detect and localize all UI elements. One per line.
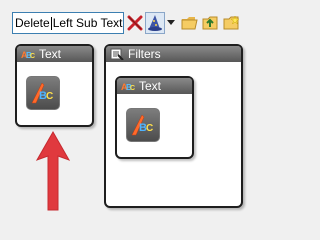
folder-new-icon[interactable] (223, 14, 241, 32)
wizard-hat-icon[interactable] (145, 12, 165, 34)
filters-panel[interactable]: Filters A B C Text B C (104, 44, 243, 208)
text-caret (50, 17, 52, 31)
svg-text:C: C (30, 53, 35, 60)
svg-text:C: C (146, 123, 153, 134)
text-panel-header[interactable]: A B C Text (17, 46, 92, 62)
text-style-icon: A B C (21, 50, 35, 60)
dropdown-arrow-icon[interactable] (167, 20, 175, 26)
nested-text-panel-title: Text (139, 79, 162, 93)
search-input[interactable]: Delete Left Sub Text (12, 12, 124, 34)
annotation-arrow-icon (35, 130, 71, 211)
text-panel[interactable]: A B C Text B C (15, 44, 94, 127)
filters-panel-header[interactable]: Filters (106, 46, 241, 62)
filters-panel-title: Filters (128, 47, 161, 61)
text-style-icon: B C (31, 82, 53, 104)
text-thumbnail[interactable]: B C (26, 76, 60, 110)
search-input-value-after-caret: Left Sub Text (52, 16, 123, 30)
text-panel-title: Text (39, 47, 62, 61)
toolbar: Delete Left Sub Text (0, 0, 248, 40)
filters-icon (110, 48, 124, 60)
svg-text:C: C (46, 91, 53, 102)
folder-up-icon[interactable] (202, 14, 220, 32)
nested-text-thumbnail[interactable]: B C (126, 108, 160, 142)
svg-text:C: C (130, 85, 135, 92)
folder-open-icon[interactable] (181, 14, 199, 32)
search-input-value: Delete (15, 16, 50, 30)
text-style-icon: B C (131, 114, 153, 136)
text-style-icon: A B C (121, 82, 135, 92)
nested-text-panel-header[interactable]: A B C Text (117, 78, 192, 94)
delete-x-icon[interactable] (126, 14, 144, 32)
nested-text-panel[interactable]: A B C Text B C (115, 76, 194, 159)
